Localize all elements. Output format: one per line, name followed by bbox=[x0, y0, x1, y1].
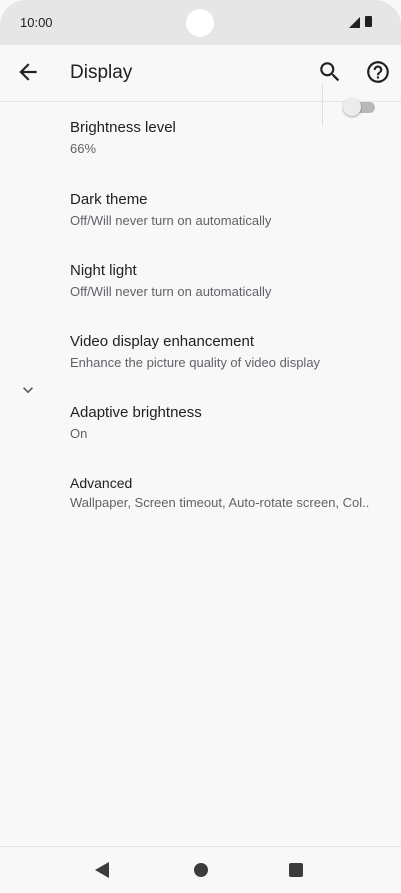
toggle-divider bbox=[322, 84, 323, 126]
search-icon bbox=[320, 62, 340, 82]
page-title: Display bbox=[70, 62, 133, 83]
status-time: 10:00 bbox=[20, 15, 53, 30]
setting-title: Night light bbox=[70, 262, 137, 279]
setting-advanced[interactable]: Advanced Wallpaper, Screen timeout, Auto… bbox=[0, 460, 401, 530]
app-bar: Display bbox=[0, 45, 401, 102]
setting-title: Adaptive brightness bbox=[70, 404, 202, 421]
camera-cutout bbox=[186, 9, 214, 37]
setting-summary: Off/Will never turn on automatically bbox=[70, 213, 272, 228]
search-button[interactable] bbox=[317, 59, 343, 85]
setting-summary: 66% bbox=[70, 141, 97, 156]
chevron-down-icon bbox=[23, 387, 33, 394]
setting-brightness-level[interactable]: Brightness level 66% bbox=[0, 102, 401, 172]
help-button[interactable] bbox=[365, 59, 391, 85]
setting-night-light[interactable]: Night light Off/Will never turn on autom… bbox=[0, 246, 401, 316]
setting-dark-theme[interactable]: Dark theme Off/Will never turn on automa… bbox=[0, 174, 401, 244]
advanced-expand-button[interactable] bbox=[18, 380, 38, 400]
setting-summary: On bbox=[70, 426, 88, 441]
setting-summary: Wallpaper, Screen timeout, Auto-rotate s… bbox=[70, 495, 370, 510]
toggle-thumb bbox=[343, 98, 361, 116]
setting-summary: Enhance the picture quality of video dis… bbox=[70, 355, 321, 370]
arrow-back-icon bbox=[19, 63, 37, 81]
setting-title: Advanced bbox=[70, 475, 133, 491]
help-icon bbox=[367, 61, 389, 83]
nav-recents-icon[interactable] bbox=[289, 863, 303, 877]
setting-video-display-enhancement[interactable]: Video display enhancement Enhance the pi… bbox=[0, 317, 401, 387]
battery-icon bbox=[365, 16, 372, 27]
setting-title: Video display enhancement bbox=[70, 333, 255, 350]
setting-title: Dark theme bbox=[70, 191, 148, 208]
status-bar: 10:00 bbox=[0, 0, 401, 45]
setting-adaptive-brightness[interactable]: Adaptive brightness On bbox=[0, 389, 401, 459]
back-button[interactable] bbox=[15, 59, 41, 85]
nav-home-icon[interactable] bbox=[194, 863, 208, 877]
nav-back-icon[interactable] bbox=[95, 862, 109, 878]
status-icons bbox=[349, 16, 379, 28]
setting-summary: Off/Will never turn on automatically bbox=[70, 284, 272, 299]
signal-icon bbox=[349, 17, 360, 28]
setting-title: Brightness level bbox=[70, 119, 176, 136]
navigation-bar bbox=[0, 846, 401, 893]
dark-theme-toggle[interactable] bbox=[343, 96, 375, 118]
